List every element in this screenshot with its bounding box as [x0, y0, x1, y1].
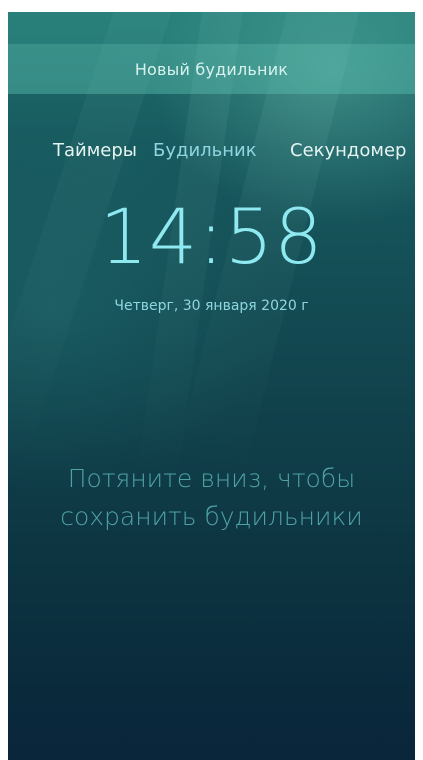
current-date: Четверг, 30 января 2020 г [114, 298, 309, 314]
device-frame-top [0, 0, 423, 12]
new-alarm-label: Новый будильник [134, 59, 289, 79]
current-time: 14:58 [99, 192, 324, 281]
empty-state-hint-line-1: Потяните вниз, чтобы [67, 464, 356, 493]
tab-timers[interactable]: Таймеры [53, 140, 137, 161]
device-frame-right [415, 0, 423, 760]
empty-state-hint: Потяните вниз, чтобы сохранить будильник… [8, 460, 415, 536]
tab-stopwatch[interactable]: Секундомер [290, 140, 406, 161]
status-bar [8, 12, 415, 44]
tab-alarm[interactable]: Будильник [153, 140, 257, 161]
device-frame-left [0, 0, 8, 760]
pulley-menu-item-new-alarm[interactable]: Новый будильник [8, 44, 415, 94]
tab-bar: Таймеры Будильник Секундомер [8, 140, 415, 170]
clock-app-screen: Новый будильник Таймеры Будильник Секунд… [8, 12, 415, 760]
empty-state-hint-line-2: сохранить будильники [60, 502, 363, 531]
